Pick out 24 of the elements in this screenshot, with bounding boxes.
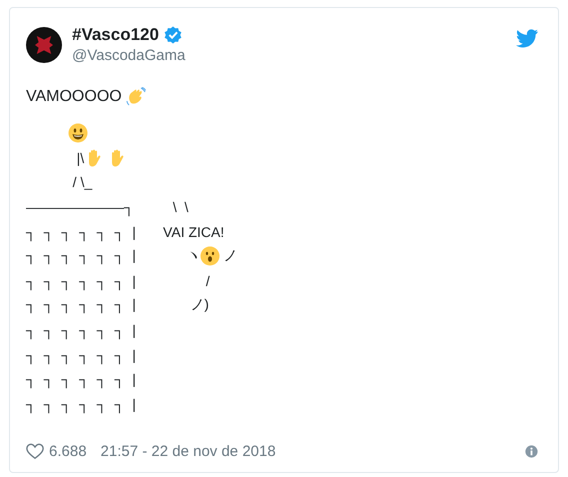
art-text: |\: [76, 150, 84, 166]
smiley-icon: [68, 123, 88, 144]
art-text: ———————┐ \ \: [26, 199, 188, 216]
art-text: ┐ ┐ ┐ ┐ ┐ ┐ | /: [26, 272, 210, 289]
art-text: ┐ ┐ ┐ ┐ ┐ ┐ | ヽ: [26, 247, 200, 266]
art-text: ┐ ┐ ┐ ┐ ┐ ┐ | VAI ZICA!: [26, 224, 224, 240]
author-handle[interactable]: @VascodaGama: [72, 47, 506, 64]
waving-hand-icon: [126, 87, 146, 107]
art-text: ┐ ┐ ┐ ┐ ┐ ┐ |: [26, 322, 136, 338]
art-text: ┐ ┐ ┐ ┐ ┐ ┐ |: [26, 371, 136, 388]
like-count[interactable]: 6.688: [49, 443, 87, 460]
avatar-icon[interactable]: [26, 26, 62, 62]
info-icon[interactable]: [525, 445, 538, 458]
art-text: ┐ ┐ ┐ ┐ ┐ ┐ |: [26, 346, 136, 363]
art-text: / \_: [72, 174, 92, 190]
art-text: ┐ ┐ ┐ ┐ ┐ ┐ |: [26, 396, 136, 412]
art-text: ノ: [223, 247, 238, 266]
timestamp-link[interactable]: 21:57 - 22 de nov de 2018: [100, 443, 525, 460]
author-name[interactable]: #Vasco120: [72, 25, 159, 45]
heart-icon[interactable]: [26, 443, 44, 460]
surprised-face-icon: [200, 246, 220, 266]
art-text: VAMOOOOO: [26, 88, 123, 106]
bird-logo-icon[interactable]: [516, 29, 538, 48]
art-text: ┐ ┐ ┐ ┐ ┐ ┐ | ノ): [26, 296, 209, 314]
